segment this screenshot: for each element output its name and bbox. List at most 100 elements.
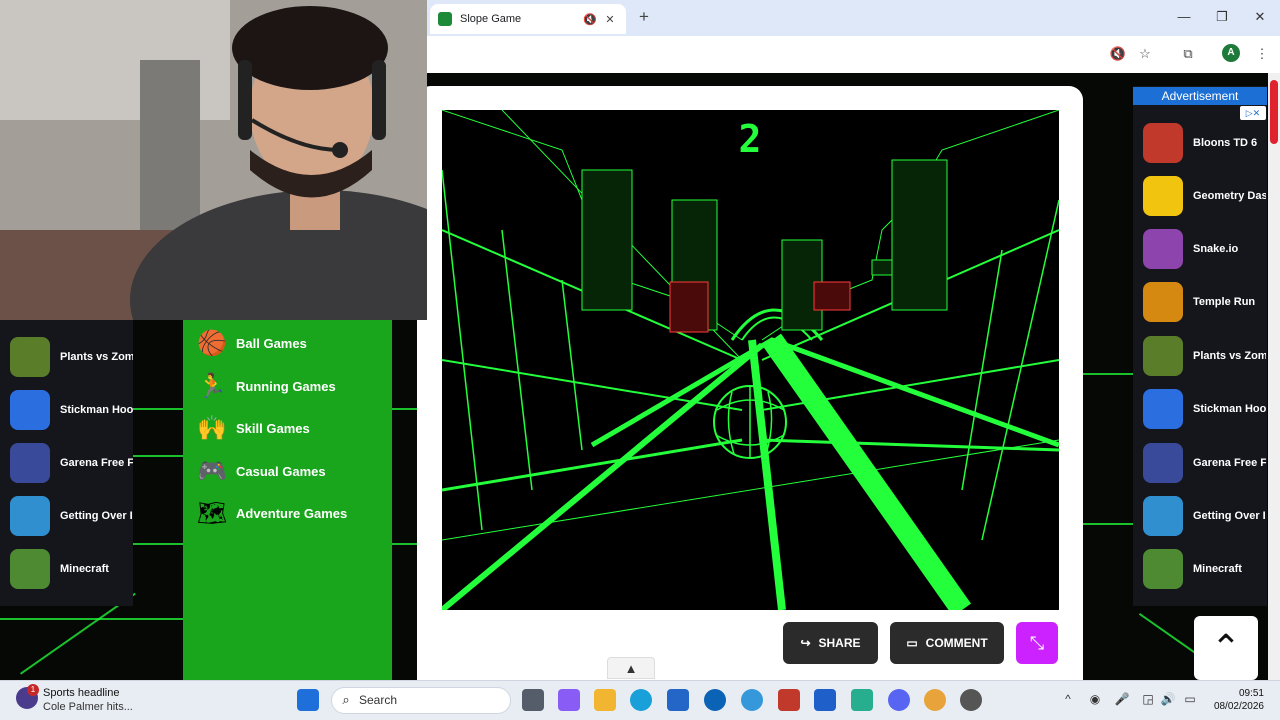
ad-item[interactable]: Stickman Hoo [1143, 387, 1266, 431]
microphone-icon[interactable]: 🎤 [1114, 692, 1130, 706]
list-item[interactable]: Getting Over I [10, 494, 133, 538]
file-explorer-icon[interactable] [594, 689, 616, 711]
close-icon[interactable]: ✕ [602, 13, 618, 26]
plus-icon[interactable]: + [632, 6, 656, 30]
game-label: Bloons TD 6 [1193, 137, 1258, 149]
copilot-icon[interactable] [558, 689, 580, 711]
game-label: Minecraft [60, 563, 109, 575]
battery-icon[interactable]: ▭ [1182, 692, 1198, 706]
taskbar-clock[interactable]: 09:51 08/02/2026 [1212, 687, 1264, 713]
search-placeholder: Search [359, 693, 398, 707]
list-item[interactable]: Minecraft [10, 547, 133, 591]
app-icon[interactable] [741, 689, 763, 711]
volume-icon[interactable]: 🔊 [1160, 692, 1176, 706]
chevron-up-icon[interactable]: ^ [1060, 692, 1076, 706]
taskbar-search-input[interactable] [331, 687, 511, 714]
scroll-to-top-button[interactable]: ⌃ [1194, 616, 1258, 680]
star-icon[interactable]: ☆ [1135, 44, 1155, 64]
windows-start-icon[interactable] [297, 689, 319, 711]
runner-icon: 🏃 [197, 372, 227, 400]
list-item[interactable]: Stickman Hoo [10, 388, 133, 432]
maximize-icon[interactable]: ❐ [1210, 6, 1234, 28]
neon-line [392, 408, 417, 410]
game-thumbnail [10, 549, 50, 589]
category-casual-games[interactable]: 🎮 Casual Games [195, 454, 326, 488]
hp-icon[interactable] [704, 689, 726, 711]
game-label: Getting Over I [1193, 510, 1266, 522]
mcafee-icon[interactable] [778, 689, 800, 711]
discord-icon[interactable] [888, 689, 910, 711]
neon-line [1083, 523, 1133, 525]
mail-icon[interactable] [814, 689, 836, 711]
game-thumbnail [1143, 123, 1183, 163]
trophy-hands-icon: 🙌 [197, 414, 227, 442]
window-close-icon[interactable]: ✕ [1248, 6, 1272, 28]
webcam-overlay [0, 0, 427, 320]
category-label: Adventure Games [236, 505, 348, 521]
search-icon: ⌕ [342, 692, 350, 707]
ad-item[interactable]: Plants vs Zom [1143, 334, 1266, 378]
browser-tab[interactable]: Slope Game 🔇 ✕ [430, 4, 626, 34]
category-label: Skill Games [236, 420, 310, 436]
profile-avatar[interactable]: A [1222, 44, 1240, 62]
game-thumbnail [1143, 282, 1183, 322]
ad-item[interactable]: Snake.io [1143, 227, 1266, 271]
ad-header: Advertisement [1133, 87, 1267, 105]
category-ball-games[interactable]: 🏀 Ball Games [195, 326, 307, 360]
wifi-icon[interactable]: ◲ [1140, 692, 1156, 706]
category-running-games[interactable]: 🏃 Running Games [195, 369, 336, 403]
game-label: Minecraft [1193, 563, 1242, 575]
ad-item[interactable]: Minecraft [1143, 547, 1266, 591]
ad-item[interactable]: Getting Over I [1143, 494, 1266, 538]
list-item[interactable]: Plants vs Zom [10, 335, 133, 379]
media-muted-icon[interactable]: 🔇 [1108, 44, 1128, 64]
share-label: SHARE [818, 636, 861, 650]
news-headline[interactable]: Sports headline [43, 687, 119, 699]
news-subtitle[interactable]: Cole Palmer hits... [43, 701, 133, 713]
list-item[interactable]: Garena Free F [10, 441, 133, 485]
chevron-up-icon: ⌃ [1210, 627, 1242, 668]
comment-button[interactable]: ▭ COMMENT [890, 622, 1004, 664]
game-label: Stickman Hoo [1193, 403, 1266, 415]
game-thumbnail [10, 443, 50, 483]
task-view-icon[interactable] [522, 689, 544, 711]
category-label: Running Games [236, 378, 336, 394]
tab-title: Slope Game [460, 13, 522, 25]
ad-choices-icon[interactable]: ▷✕ [1240, 106, 1266, 120]
category-skill-games[interactable]: 🙌 Skill Games [195, 411, 310, 445]
menu-dots-icon[interactable]: ⋮ [1252, 44, 1272, 64]
comment-label: COMMENT [925, 636, 988, 650]
edge-browser-icon[interactable] [630, 689, 652, 711]
ad-item[interactable]: Geometry Das [1143, 174, 1266, 218]
microsoft-store-icon[interactable] [667, 689, 689, 711]
game-label: Garena Free F [1193, 457, 1266, 469]
obs-icon[interactable] [960, 689, 982, 711]
minimize-icon[interactable]: — [1172, 6, 1196, 28]
ad-item[interactable]: Garena Free F [1143, 441, 1266, 485]
neon-line [0, 618, 184, 620]
page-scrollbar[interactable] [1268, 73, 1280, 680]
game-thumbnail [1143, 176, 1183, 216]
scrollbar-thumb[interactable] [1270, 80, 1278, 144]
game-thumbnail [1143, 443, 1183, 483]
game-thumbnail [10, 496, 50, 536]
category-adventure-games[interactable]: 🗺 Adventure Games [195, 496, 348, 530]
ad-item[interactable]: Temple Run [1143, 280, 1266, 324]
app-icon[interactable] [851, 689, 873, 711]
game-label: Snake.io [1193, 243, 1239, 255]
share-button[interactable]: ↪ SHARE [783, 622, 878, 664]
basketball-icon: 🏀 [197, 329, 227, 357]
collapse-button[interactable]: ▲ [607, 657, 655, 679]
game-thumbnail [10, 390, 50, 430]
neon-line [1083, 373, 1133, 375]
category-label: Ball Games [236, 335, 307, 351]
speaker-muted-icon[interactable]: 🔇 [582, 13, 598, 26]
extensions-icon[interactable]: ⧉ [1178, 44, 1198, 64]
fullscreen-button[interactable]: ⤡ [1016, 622, 1058, 664]
game-label: Plants vs Zom [1193, 350, 1266, 362]
notification-badge: 1 [27, 684, 39, 696]
chrome-browser-icon[interactable] [924, 689, 946, 711]
ad-item[interactable]: Bloons TD 6 [1143, 121, 1266, 165]
game-canvas[interactable] [442, 110, 1059, 610]
antivirus-tray-icon[interactable]: ◉ [1087, 692, 1103, 706]
